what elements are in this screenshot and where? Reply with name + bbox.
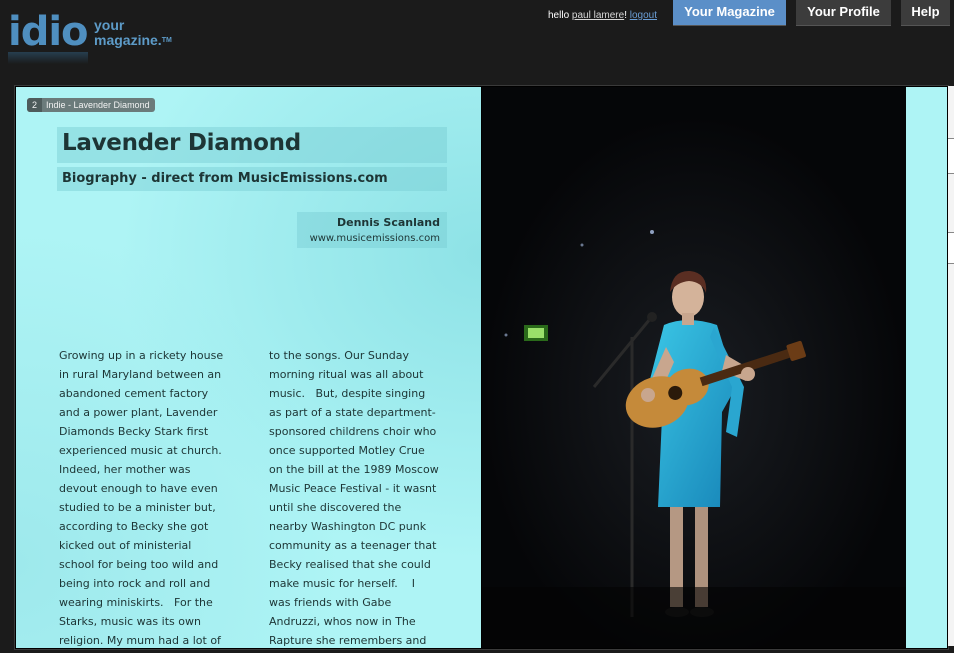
article-text-line: Diamonds Becky Stark first — [59, 425, 209, 438]
top-header: idio your magazine.TM hello paul lamere!… — [0, 0, 954, 84]
article-text-line: devout enough to have even — [59, 482, 218, 495]
idio-logo[interactable]: idio your magazine.TM — [8, 9, 188, 64]
logo-tagline: your magazine.TM — [94, 18, 194, 48]
article-text-line: music. But, despite singing — [269, 387, 426, 400]
article-text-line: Growing up in a rickety house — [59, 349, 224, 362]
article-photo — [482, 87, 906, 648]
article-text-line: Becky realised that she could — [269, 558, 431, 571]
article-text-line: was friends with Gabe — [269, 596, 392, 609]
article-text-line: kicked out of ministerial — [59, 539, 192, 552]
scroll-marker-2[interactable] — [948, 232, 954, 264]
logo-wordmark: idio — [8, 9, 89, 64]
article-column-1: Growing up in a rickety house in rural Ma… — [59, 346, 239, 648]
source-url[interactable]: www.musicemissions.com — [310, 233, 440, 244]
byline-panel: Dennis Scanland www.musicemissions.com — [297, 212, 447, 248]
article-text-line: wearing miniskirts. For the — [59, 596, 213, 609]
article-text-line: religion. My mum had a lot of — [59, 634, 221, 647]
page-number-badge: 2 — [27, 98, 43, 112]
article-text-line: experienced music at church. — [59, 444, 222, 457]
article-subtitle: Biography - direct from MusicEmissions.c… — [62, 171, 388, 186]
username-link[interactable]: paul lamere — [572, 10, 624, 21]
breadcrumb-text: Indie - Lavender Diamond — [46, 100, 150, 110]
logo-tagline-line2: magazine.TM — [94, 32, 172, 48]
title-panel: Lavender Diamond — [57, 127, 447, 163]
logo-tagline-line1: your — [94, 17, 125, 33]
article-text-line: as part of a state department- — [269, 406, 436, 419]
article-text-line: in rural Maryland between an — [59, 368, 222, 381]
next-page-edge[interactable] — [906, 87, 947, 648]
concert-photo-illustration — [482, 87, 906, 648]
article-text-line: once supported Motley Crue — [269, 444, 425, 457]
article-text-line: Starks, music was its own — [59, 615, 201, 628]
nav-your-profile-button[interactable]: Your Profile — [796, 0, 891, 26]
magazine-spread: 2 Indie - Lavender Diamond Lavender Diamo… — [14, 85, 949, 650]
article-text-line: being into rock and roll and — [59, 577, 211, 590]
logo-trademark: TM — [161, 37, 172, 44]
subtitle-panel: Biography - direct from MusicEmissions.c… — [57, 167, 447, 191]
logout-link[interactable]: logout — [630, 10, 657, 21]
user-greeting: hello paul lamere! logout — [548, 10, 657, 21]
nav-your-magazine-button[interactable]: Your Magazine — [673, 0, 786, 26]
author-name: Dennis Scanland — [337, 216, 440, 229]
article-text-line: until she discovered the — [269, 501, 402, 514]
article-page: 2 Indie - Lavender Diamond Lavender Diamo… — [16, 87, 481, 648]
article-text-line: and a power plant, Lavender — [59, 406, 218, 419]
article-text-line: abandoned cement factory — [59, 387, 209, 400]
article-text-line: studied to be a minister but, — [59, 501, 216, 514]
scroll-marker-1[interactable] — [948, 138, 954, 174]
article-text-line: morning ritual was all about — [269, 368, 424, 381]
greeting-exclaim: ! — [624, 10, 627, 21]
greeting-text: hello — [548, 10, 570, 21]
article-text-line: Andruzzi, whos now in The — [269, 615, 416, 628]
article-text-line: Rapture she remembers and — [269, 634, 427, 647]
article-column-2: to the songs. Our Sunday morning ritual w… — [269, 346, 449, 648]
article-text-line: nearby Washington DC punk — [269, 520, 427, 533]
article-title: Lavender Diamond — [62, 130, 301, 156]
page-scroll-edge[interactable] — [948, 86, 954, 646]
article-text-line: Music Peace Festival - it wasnt — [269, 482, 437, 495]
article-text-line: school for being too wild and — [59, 558, 219, 571]
article-text-line: make music for herself. I — [269, 577, 415, 590]
article-text-line: sponsored childrens choir who — [269, 425, 437, 438]
nav-help-button[interactable]: Help — [901, 0, 950, 26]
article-text-line: Indeed, her mother was — [59, 463, 191, 476]
article-text-line: on the bill at the 1989 Moscow — [269, 463, 439, 476]
article-breadcrumb[interactable]: 2 Indie - Lavender Diamond — [27, 98, 155, 112]
article-text-line: to the songs. Our Sunday — [269, 349, 410, 362]
article-text-line: community as a teenager that — [269, 539, 437, 552]
article-text-line: according to Becky she got — [59, 520, 209, 533]
